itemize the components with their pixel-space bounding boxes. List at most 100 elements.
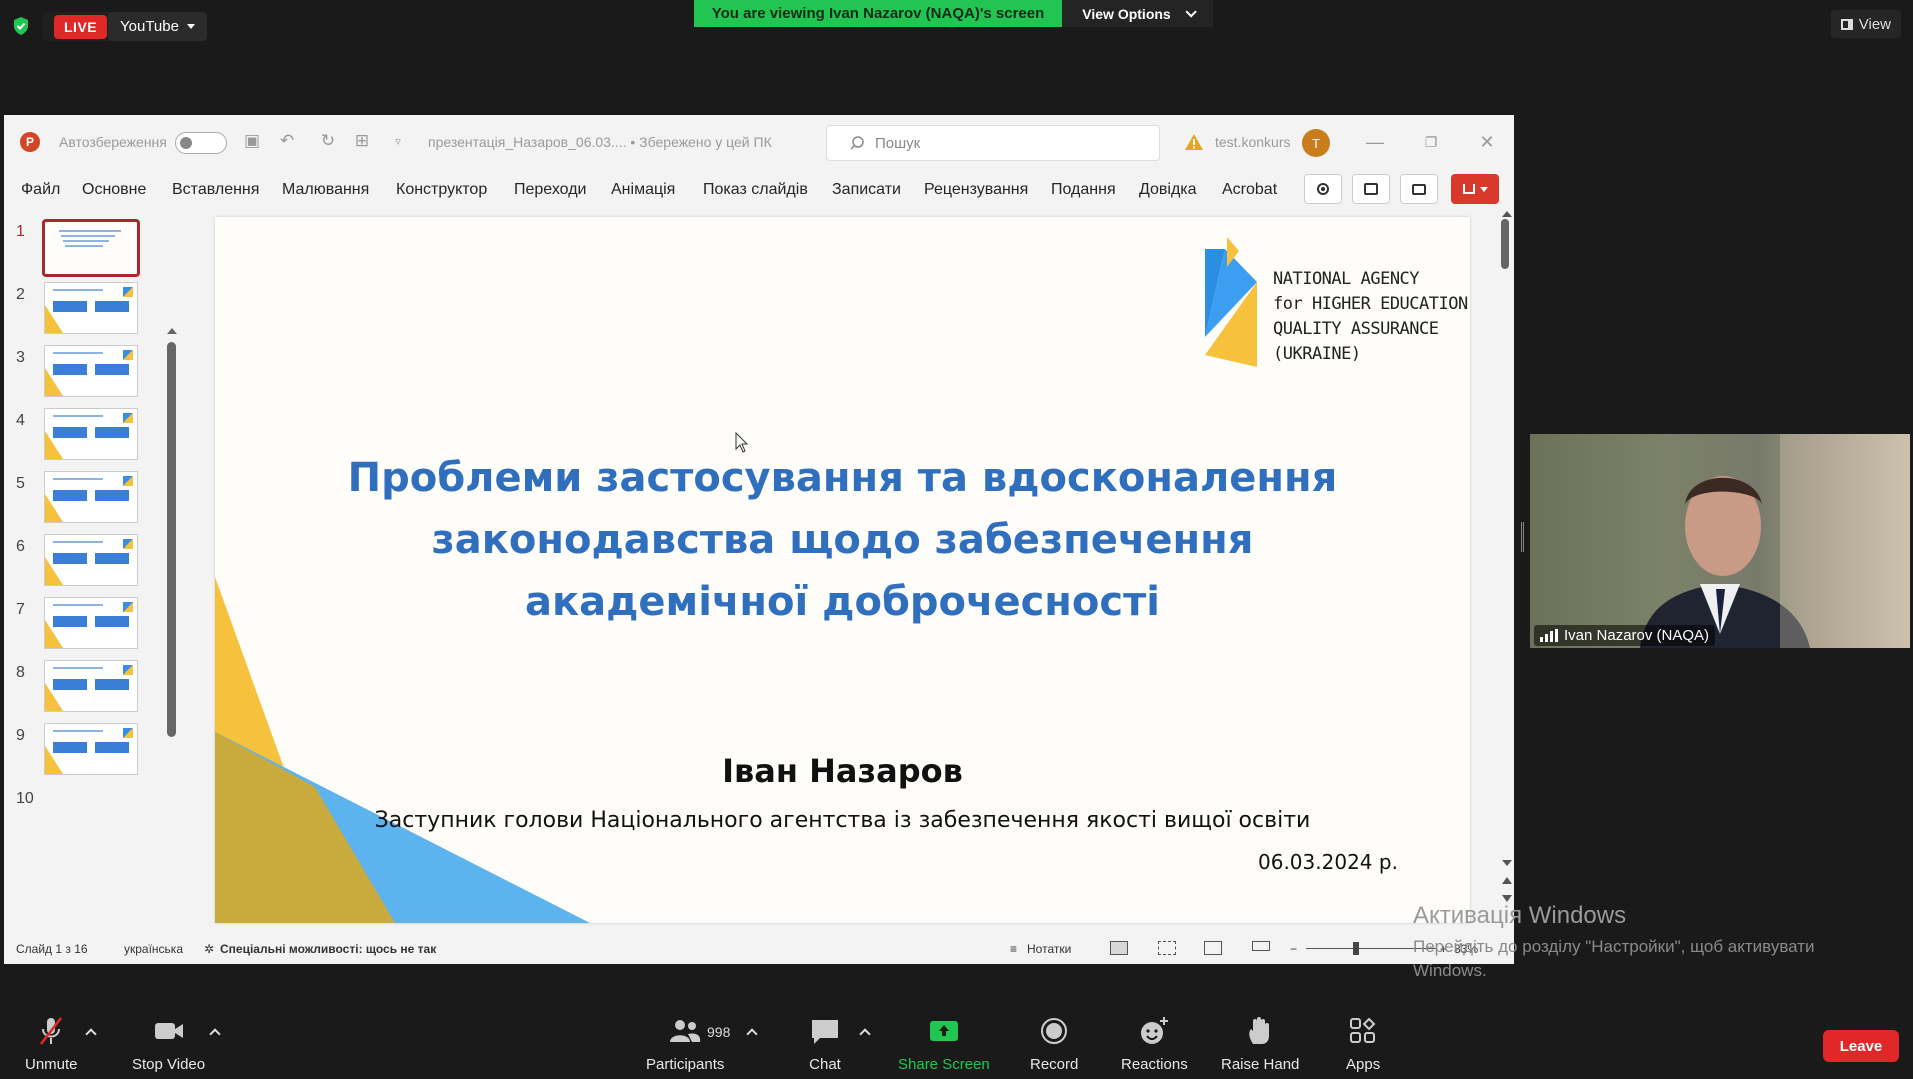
restore-icon[interactable]: ❐ (1413, 127, 1449, 157)
slide-thumbnail[interactable] (44, 408, 138, 460)
zoom-meeting-window: LIVE YouTube You are viewing Ivan Nazaro… (0, 0, 1913, 1079)
slide-thumbnail[interactable] (44, 534, 138, 586)
unmute-button[interactable]: Unmute (25, 1014, 78, 1073)
menu-review[interactable]: Рецензування (924, 181, 1028, 199)
thumbnail-scrollbar[interactable] (167, 342, 176, 737)
record-dot-icon (1317, 183, 1329, 195)
slide-thumbnail[interactable] (44, 660, 138, 712)
record-button[interactable] (1304, 174, 1342, 204)
close-icon[interactable]: ✕ (1469, 127, 1505, 157)
share-screen-button[interactable]: Share Screen (898, 1014, 990, 1073)
share-button[interactable] (1451, 174, 1499, 204)
menu-home[interactable]: Основне (82, 181, 146, 199)
scroll-up-icon[interactable] (1502, 211, 1512, 217)
record-icon (1041, 1018, 1068, 1044)
slide-thumbnail[interactable] (44, 471, 138, 523)
thumbnail-decoration (45, 305, 63, 333)
naqa-logo-text: NATIONAL AGENCY for HIGHER EDUCATION QUA… (1273, 267, 1468, 367)
participant-video-frame (1640, 434, 1910, 648)
slideshow-icon[interactable] (1252, 941, 1270, 951)
stop-video-button[interactable]: Stop Video (132, 1014, 205, 1073)
record-meeting-button[interactable]: Record (1030, 1014, 1078, 1073)
leave-button[interactable]: Leave (1823, 1030, 1899, 1062)
thumbnail-text-line (53, 478, 103, 480)
notes-button[interactable]: Нотатки (1027, 942, 1071, 956)
menu-help[interactable]: Довідка (1139, 181, 1197, 199)
shield-check-icon[interactable] (12, 16, 30, 36)
slide-author-position: Заступник голови Національного агентства… (374, 808, 1311, 833)
menu-acrobat[interactable]: Acrobat (1222, 181, 1277, 199)
participants-options-chevron-icon[interactable] (746, 1028, 758, 1040)
normal-view-icon[interactable] (1110, 941, 1128, 955)
account-name[interactable]: test.konkurs (1215, 134, 1290, 150)
warning-icon[interactable] (1184, 132, 1204, 152)
redo-icon[interactable]: ↻ (317, 130, 339, 152)
participants-button[interactable]: Participants (646, 1014, 724, 1073)
stream-target-dropdown[interactable]: YouTube (108, 12, 207, 41)
menu-design[interactable]: Конструктор (396, 181, 487, 199)
next-slide-icon[interactable] (1502, 895, 1512, 902)
apps-button[interactable]: Apps (1346, 1014, 1380, 1073)
search-box[interactable]: Пошук (826, 125, 1160, 161)
customize-qat-icon[interactable]: ▿ (387, 130, 409, 152)
stop-video-label: Stop Video (132, 1056, 206, 1073)
powerpoint-window: P Автозбереження ▣ ↶ ↻ ⊞ ▿ презентація_Н… (4, 115, 1514, 964)
chat-button[interactable]: Chat (808, 1014, 842, 1073)
menu-animations[interactable]: Анімація (611, 181, 675, 199)
slide-title: Проблеми застосування та вдосконалення з… (305, 447, 1380, 633)
avatar[interactable]: T (1302, 129, 1330, 157)
comments-button[interactable] (1400, 174, 1438, 204)
menu-transitions[interactable]: Переходи (514, 181, 586, 199)
save-icon[interactable]: ▣ (241, 130, 263, 152)
slide-sorter-icon[interactable] (1158, 941, 1176, 955)
present-icon[interactable]: ⊞ (351, 130, 373, 152)
slide-thumbnail[interactable] (42, 219, 140, 277)
menu-file[interactable]: Файл (21, 181, 60, 199)
menu-view[interactable]: Подання (1051, 181, 1116, 199)
slide-thumbnail[interactable] (44, 282, 138, 334)
menu-record[interactable]: Записати (832, 181, 901, 199)
menu-insert[interactable]: Вставлення (172, 181, 259, 199)
file-title[interactable]: презентація_Назаров_06.03.... • Збережен… (428, 134, 772, 150)
slide-thumbnail[interactable] (44, 723, 138, 775)
minimize-icon[interactable]: — (1357, 127, 1393, 157)
slide-thumbnail[interactable] (44, 345, 138, 397)
participants-icon (670, 1020, 701, 1042)
participant-video-tile[interactable]: Ivan Nazarov (NAQA) (1530, 434, 1910, 648)
video-options-chevron-icon[interactable] (209, 1028, 221, 1040)
raise-hand-button[interactable]: Raise Hand (1221, 1014, 1299, 1073)
scroll-up-icon[interactable] (167, 328, 177, 334)
zoom-slider-thumb[interactable] (1353, 942, 1359, 955)
view-button[interactable]: View (1830, 10, 1901, 38)
panel-resize-handle[interactable] (1521, 522, 1524, 552)
search-icon (850, 136, 864, 150)
view-options-button[interactable]: View Options (1062, 0, 1213, 27)
chevron-down-icon (1185, 5, 1197, 18)
reactions-button[interactable]: Reactions (1121, 1014, 1188, 1073)
previous-slide-icon[interactable] (1502, 877, 1512, 884)
menu-draw[interactable]: Малювання (282, 181, 369, 199)
accessibility-status[interactable]: Спеціальні можливості: щось не так (220, 942, 436, 956)
windows-activation-title: Активація Windows (1413, 902, 1627, 929)
ppt-title-bar: P Автозбереження ▣ ↶ ↻ ⊞ ▿ презентація_Н… (4, 115, 1514, 170)
thumbnail-logo-icon (123, 602, 133, 612)
language-indicator[interactable]: українська (124, 942, 183, 956)
scroll-down-icon[interactable] (1502, 860, 1512, 866)
thumbnail-decoration (45, 431, 63, 459)
camera-button[interactable] (1352, 174, 1390, 204)
slide-canvas[interactable]: NATIONAL AGENCY for HIGHER EDUCATION QUA… (215, 217, 1470, 923)
slide-scrollbar[interactable] (1501, 219, 1509, 269)
accessibility-icon[interactable]: ✲ (204, 942, 214, 956)
thumbnail-logo-icon (123, 539, 133, 549)
chat-options-chevron-icon[interactable] (859, 1028, 871, 1040)
caret-down-icon (186, 24, 195, 29)
audio-options-chevron-icon[interactable] (85, 1028, 97, 1040)
menu-slideshow[interactable]: Показ слайдів (703, 181, 808, 199)
autosave-toggle[interactable] (175, 132, 227, 154)
zoom-out-icon[interactable]: − (1290, 942, 1297, 956)
notes-icon[interactable]: ≡ (1010, 942, 1017, 956)
undo-icon[interactable]: ↶ (276, 130, 298, 152)
participant-name-tag: Ivan Nazarov (NAQA) (1534, 625, 1716, 646)
slide-thumbnail[interactable] (44, 597, 138, 649)
reading-view-icon[interactable] (1204, 941, 1222, 955)
